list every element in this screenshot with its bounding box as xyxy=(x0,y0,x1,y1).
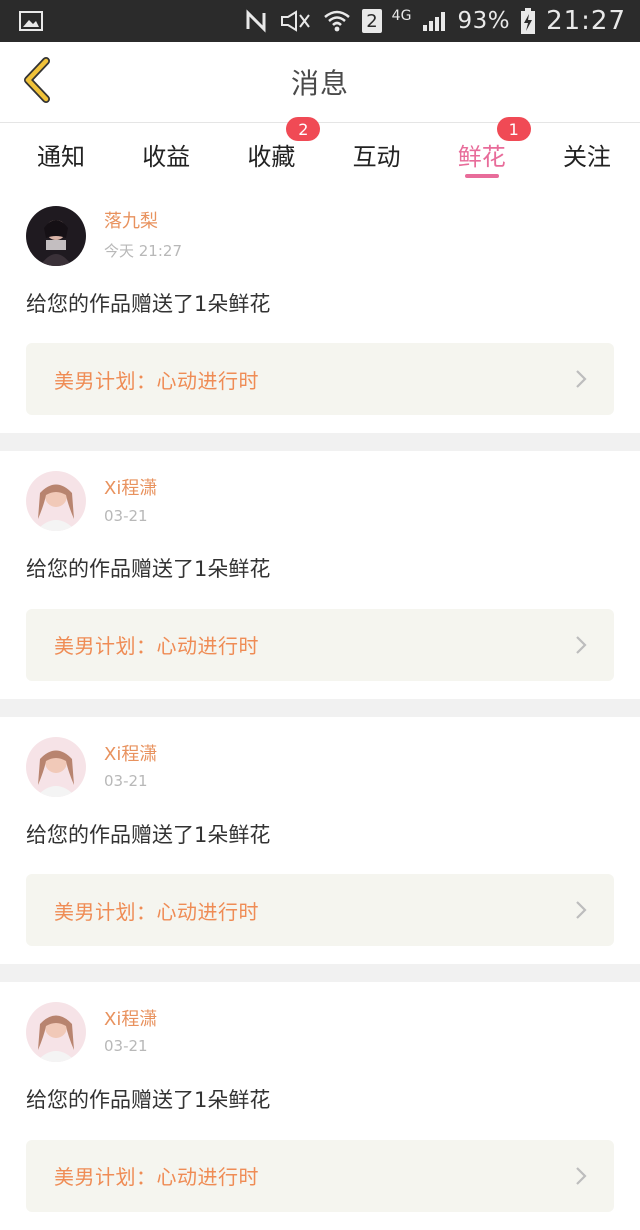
tab-favorites[interactable]: 收藏 2 xyxy=(228,117,321,186)
user-meta: Xi程潇 03-21 xyxy=(104,478,157,525)
work-link[interactable]: 美男计划：心动进行时 xyxy=(26,608,614,681)
tab-label: 鲜花 xyxy=(457,143,506,171)
chevron-right-icon xyxy=(574,1165,588,1187)
avatar[interactable] xyxy=(26,206,86,266)
status-bar: 2 4G 93% 21:27 xyxy=(0,0,640,42)
card-header: Xi程潇 03-21 xyxy=(26,471,614,532)
status-left xyxy=(18,9,44,33)
avatar[interactable] xyxy=(26,1002,86,1063)
work-link[interactable]: 美男计划：心动进行时 xyxy=(26,1139,614,1212)
user-name[interactable]: Xi程潇 xyxy=(104,1009,157,1032)
tab-label: 关注 xyxy=(562,143,611,171)
user-meta: Xi程潇 03-21 xyxy=(104,744,157,791)
work-title: 美男计划：心动进行时 xyxy=(54,368,259,393)
nfc-icon xyxy=(244,9,268,33)
battery-icon xyxy=(520,7,536,35)
chevron-right-icon xyxy=(574,368,588,390)
tab-interactions[interactable]: 互动 xyxy=(334,123,420,186)
card-header: Xi程潇 03-21 xyxy=(26,736,614,797)
wifi-icon xyxy=(322,9,352,33)
user-meta: Xi程潇 03-21 xyxy=(104,1009,157,1056)
tab-earnings[interactable]: 收益 xyxy=(123,123,209,186)
work-title: 美男计划：心动进行时 xyxy=(54,634,259,659)
user-name[interactable]: 落九梨 xyxy=(104,211,182,234)
card-header: 落九梨 今天 21:27 xyxy=(26,206,614,266)
notification-message: 给您的作品赠送了1朵鲜花 xyxy=(26,1088,271,1113)
timestamp: 03-21 xyxy=(104,772,148,791)
signal-icon xyxy=(421,9,447,33)
sim-slot-badge: 2 xyxy=(362,9,382,33)
work-title: 美男计划：心动进行时 xyxy=(54,1165,259,1190)
notification-card: Xi程潇 03-21 给您的作品赠送了1朵鲜花 美男计划：心动进行时 xyxy=(0,716,640,965)
mute-icon xyxy=(278,9,312,33)
tab-notifications[interactable]: 通知 xyxy=(18,123,104,186)
network-type-label: 4G xyxy=(391,8,412,24)
notification-message: 给您的作品赠送了1朵鲜花 xyxy=(26,292,271,316)
user-name[interactable]: Xi程潇 xyxy=(104,478,157,501)
tab-label: 互动 xyxy=(352,143,401,171)
user-meta: 落九梨 今天 21:27 xyxy=(104,211,182,261)
tab-label: 通知 xyxy=(37,143,85,171)
unread-badge: 1 xyxy=(496,117,531,141)
active-tab-indicator xyxy=(464,174,499,178)
unread-badge: 2 xyxy=(286,117,321,141)
header: 消息 xyxy=(0,42,640,122)
notification-message: 给您的作品赠送了1朵鲜花 xyxy=(26,557,271,582)
notification-feed: 落九梨 今天 21:27 给您的作品赠送了1朵鲜花 美男计划：心动进行时 Xi程… xyxy=(0,186,640,1230)
timestamp: 03-21 xyxy=(104,1037,148,1056)
tab-flowers[interactable]: 鲜花 1 xyxy=(439,117,531,186)
chevron-right-icon xyxy=(574,634,588,656)
card-header: Xi程潇 03-21 xyxy=(26,1002,614,1063)
status-right: 2 4G 93% 21:27 xyxy=(244,6,626,36)
tab-following[interactable]: 关注 xyxy=(544,123,630,186)
notification-card: Xi程潇 03-21 给您的作品赠送了1朵鲜花 美男计划：心动进行时 xyxy=(0,451,640,699)
page-title: 消息 xyxy=(290,67,349,100)
tab-label: 收藏 xyxy=(247,143,296,171)
status-time: 21:27 xyxy=(546,6,626,36)
notification-card: Xi程潇 03-21 给您的作品赠送了1朵鲜花 美男计划：心动进行时 xyxy=(0,982,640,1230)
notification-message: 给您的作品赠送了1朵鲜花 xyxy=(26,822,271,847)
gallery-icon xyxy=(18,9,44,33)
avatar[interactable] xyxy=(26,736,86,797)
chevron-right-icon xyxy=(574,899,588,921)
tab-bar: 通知 收益 收藏 2 互动 鲜花 1 关注 xyxy=(0,117,640,186)
notification-card: 落九梨 今天 21:27 给您的作品赠送了1朵鲜花 美男计划：心动进行时 xyxy=(0,186,640,434)
avatar[interactable] xyxy=(26,471,86,532)
user-name[interactable]: Xi程潇 xyxy=(104,744,157,767)
chevron-left-icon xyxy=(22,57,52,107)
work-link[interactable]: 美男计划：心动进行时 xyxy=(26,343,614,416)
timestamp: 今天 21:27 xyxy=(104,241,182,260)
battery-percent: 93% xyxy=(457,8,511,34)
timestamp: 03-21 xyxy=(104,506,148,525)
work-link[interactable]: 美男计划：心动进行时 xyxy=(26,874,614,947)
back-button[interactable] xyxy=(14,56,60,108)
work-title: 美男计划：心动进行时 xyxy=(54,899,259,924)
tab-label: 收益 xyxy=(142,143,191,171)
